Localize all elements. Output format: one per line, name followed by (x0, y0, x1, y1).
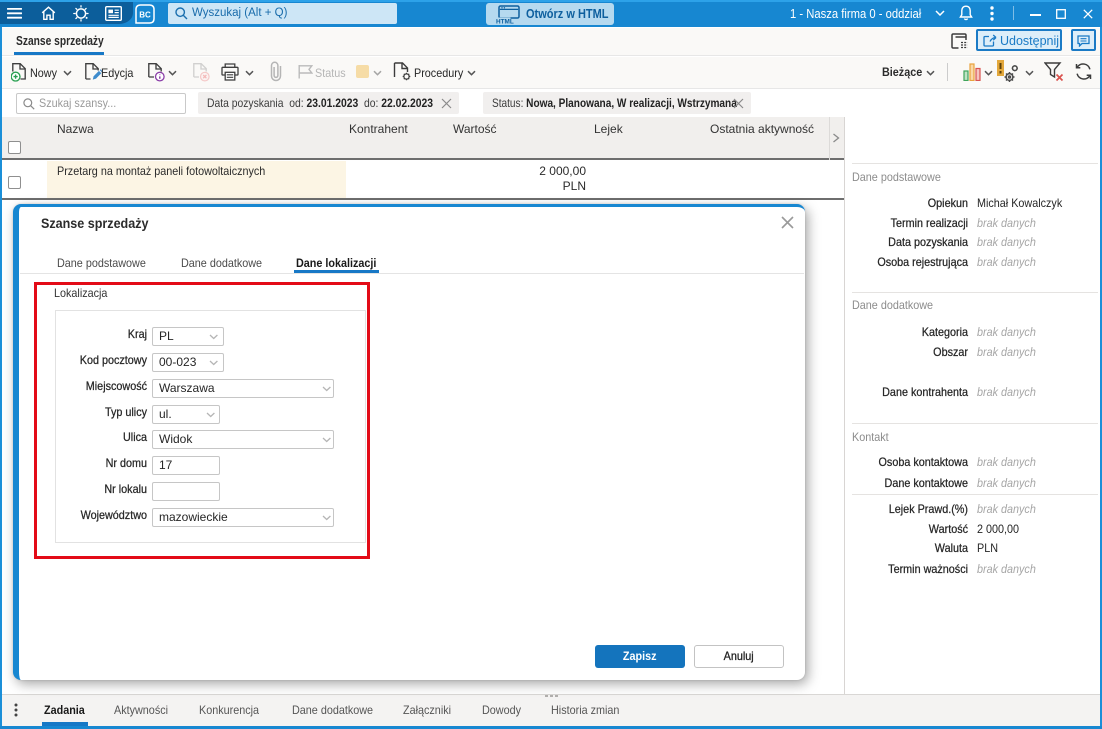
svg-text:BC: BC (139, 10, 151, 19)
svg-text:HTML: HTML (496, 18, 514, 24)
